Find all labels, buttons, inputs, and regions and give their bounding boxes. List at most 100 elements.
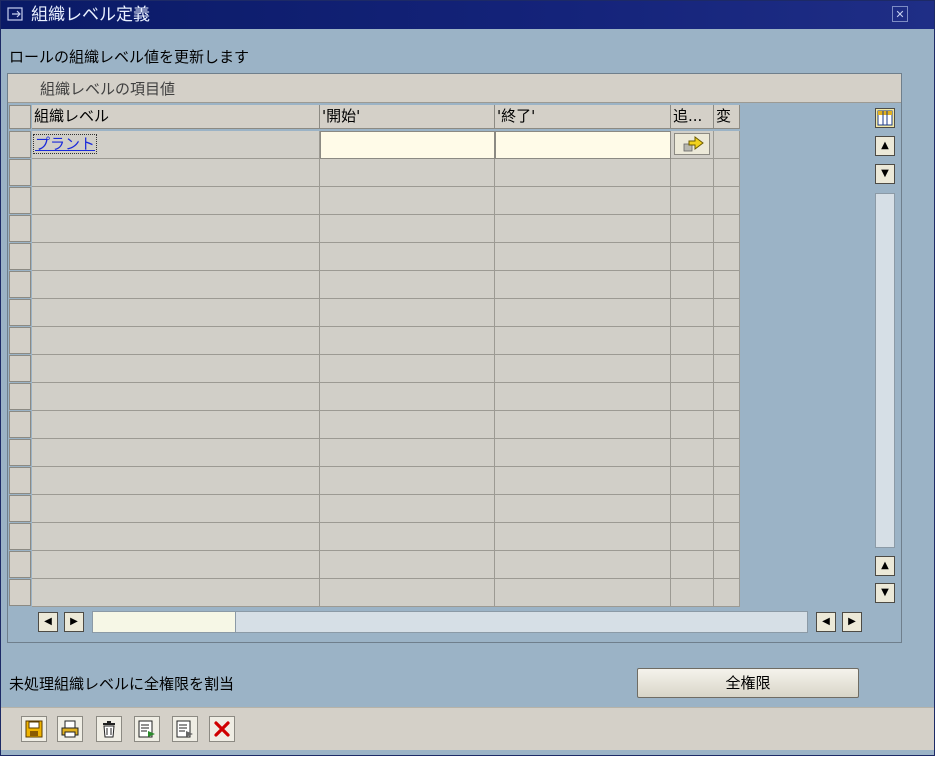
row-selector[interactable] [9,299,31,326]
empty-table-cell [671,215,714,243]
empty-table-cell [671,551,714,579]
empty-table-cell [671,271,714,299]
delete-icon [103,721,115,738]
row-selector[interactable] [9,159,31,186]
delete-button[interactable] [96,716,122,742]
window-title: 組織レベル定義 [31,5,150,25]
row-selector[interactable] [9,131,31,158]
empty-table-cell [320,355,495,383]
row-selector[interactable] [9,411,31,438]
empty-table-cell [671,523,714,551]
vertical-scrollbar[interactable]: ▲ ▼ ▲ ▼ [871,105,899,611]
org-level-link[interactable]: プラント [33,134,98,154]
empty-table-cell [32,579,320,607]
cancel-button[interactable] [209,716,235,742]
save-icon [25,720,43,738]
row-selector[interactable] [9,439,31,466]
export-alt-button[interactable] [172,716,198,742]
export-button[interactable] [134,716,160,742]
row-selector[interactable] [9,355,31,382]
row-selector[interactable] [9,551,31,578]
empty-table-cell [714,327,740,355]
column-header-to[interactable]: '終了' [495,105,671,129]
empty-table-cell [714,551,740,579]
empty-table-cell [32,355,320,383]
row-selector[interactable] [9,187,31,214]
scroll-left-icon[interactable]: ◀ [38,612,58,632]
dialog-window: 組織レベル定義 ✕ ロールの組織レベル値を更新します 組織レベルの項目値 組織レ… [0,0,935,756]
print-button[interactable] [57,716,83,742]
column-header-add[interactable]: 追... [671,105,714,129]
org-values-panel: 組織レベルの項目値 組織レベル '開始' '終了' 追... 変 プラント ▲ … [7,73,902,643]
add-value-button[interactable] [674,133,710,155]
table-settings-icon[interactable] [875,108,895,128]
table-row: プラント [32,131,320,159]
row-selector[interactable] [9,327,31,354]
full-authorization-button[interactable]: 全権限 [637,668,859,698]
empty-table-cell [32,215,320,243]
scroll-bottom-icon[interactable]: ▼ [875,583,895,603]
empty-table-cell [671,439,714,467]
empty-table-cell [671,187,714,215]
column-header-change[interactable]: 変 [714,105,740,129]
empty-table-cell [714,271,740,299]
row-selector[interactable] [9,243,31,270]
empty-table-cell [671,327,714,355]
empty-table-cell [495,243,671,271]
empty-table-cell [32,299,320,327]
save-button[interactable] [21,716,47,742]
horizontal-scroll-thumb[interactable] [93,612,236,632]
to-value-input[interactable] [495,131,671,159]
window-icon [7,7,23,21]
export-icon [138,720,155,738]
empty-table-cell [671,411,714,439]
empty-table-cell [320,411,495,439]
empty-table-cell [714,215,740,243]
empty-table-cell [671,495,714,523]
empty-table-cell [671,159,714,187]
empty-table-cell [495,327,671,355]
empty-table-cell [714,159,740,187]
empty-table-cell [714,383,740,411]
empty-table-cell [32,159,320,187]
row-selector[interactable] [9,579,31,606]
row-selector[interactable] [9,215,31,242]
empty-table-cell [671,355,714,383]
empty-table-cell [714,299,740,327]
vertical-scroll-track[interactable] [875,193,895,548]
column-header-org-level[interactable]: 組織レベル [32,105,320,129]
cancel-icon [214,721,230,737]
scroll-page-down-icon[interactable]: ▼ [875,164,895,184]
row-selector[interactable] [9,383,31,410]
scroll-right-icon[interactable]: ▶ [64,612,84,632]
from-value-input[interactable] [320,131,495,159]
empty-table-cell [32,187,320,215]
empty-table-cell [671,467,714,495]
panel-header: 組織レベルの項目値 [8,74,901,103]
select-all-cell[interactable] [9,105,31,129]
horizontal-scroll-track[interactable] [92,611,808,633]
empty-table-cell [32,271,320,299]
scroll-left-end-icon[interactable]: ◀ [816,612,836,632]
empty-table-cell [320,523,495,551]
empty-table-cell [495,383,671,411]
empty-table-cell [495,355,671,383]
page-subtitle: ロールの組織レベル値を更新します [9,48,250,66]
row-selector[interactable] [9,467,31,494]
row-selector[interactable] [9,523,31,550]
empty-table-cell [714,243,740,271]
scroll-right-end-icon[interactable]: ▶ [842,612,862,632]
scroll-page-up-icon[interactable]: ▲ [875,556,895,576]
scroll-top-icon[interactable]: ▲ [875,136,895,156]
empty-table-cell [714,439,740,467]
column-header-from[interactable]: '開始' [320,105,495,129]
row-selector[interactable] [9,495,31,522]
empty-table-cell [32,467,320,495]
empty-table-cell [495,271,671,299]
close-icon[interactable]: ✕ [892,6,908,22]
row-selector[interactable] [9,271,31,298]
empty-table-cell [671,243,714,271]
empty-table-cell [32,327,320,355]
export-alt-icon [176,720,193,738]
empty-table-cell [495,523,671,551]
